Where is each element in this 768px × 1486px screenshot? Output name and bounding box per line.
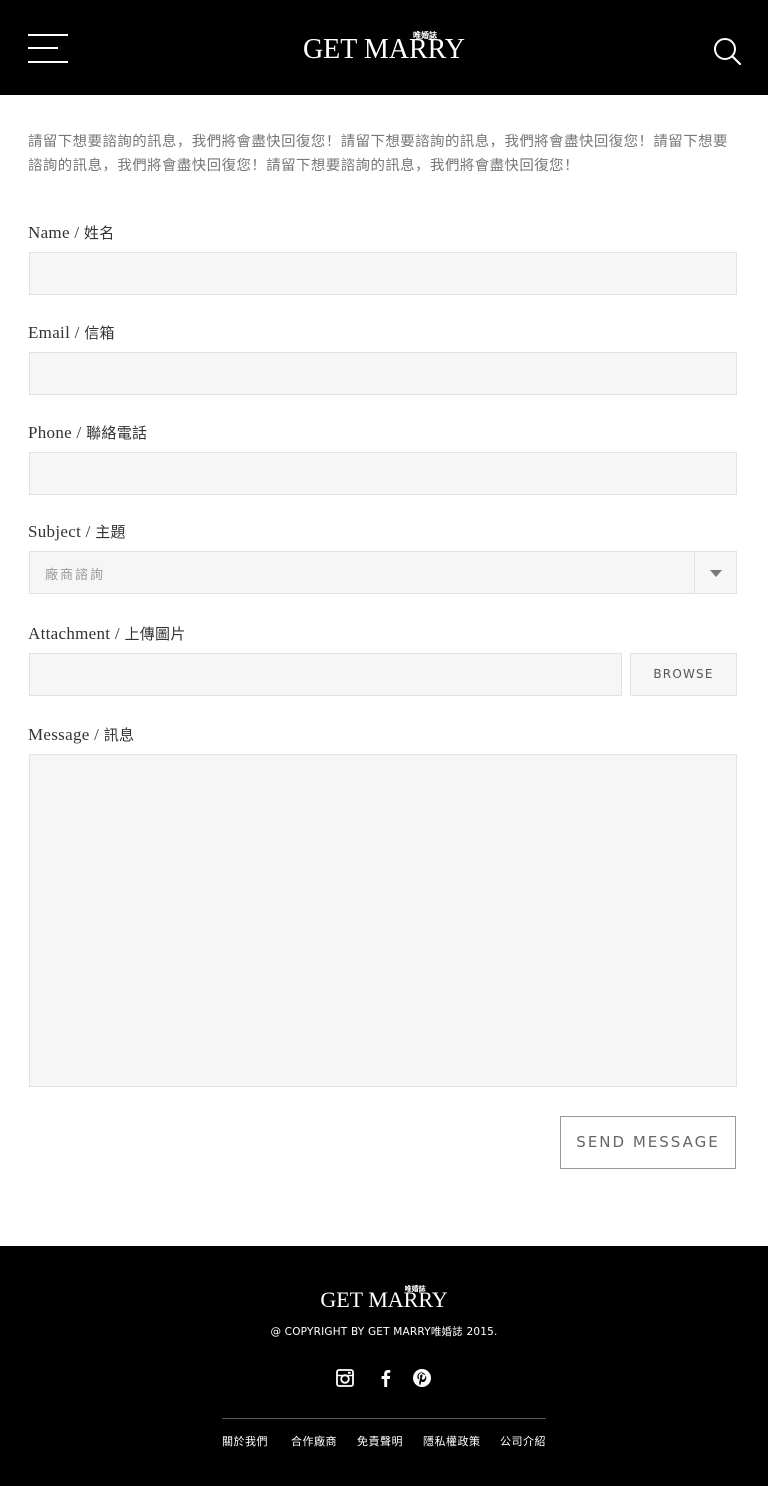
footer-logo-subtitle: 唯婚誌	[404, 1285, 426, 1293]
name-label: Name / 姓名	[28, 223, 115, 242]
site-header: GET MARRY 唯婚誌	[0, 0, 768, 95]
footer-link-disclaimer[interactable]: 免責聲明	[357, 1433, 403, 1449]
message-textarea[interactable]	[29, 754, 737, 1087]
footer-link-about[interactable]: 關於我們	[222, 1433, 268, 1449]
chevron-down-icon	[710, 570, 722, 577]
browse-button[interactable]: BROWSE	[630, 653, 737, 696]
logo-wordmark: GET MARRY	[302, 34, 466, 65]
site-logo[interactable]: GET MARRY 唯婚誌	[0, 31, 768, 68]
footer-link-privacy[interactable]: 隱私權政策	[423, 1433, 481, 1449]
phone-input[interactable]	[29, 452, 737, 495]
footer-logo[interactable]: GET MARRY 唯婚誌	[0, 1285, 768, 1314]
footer-link-partners[interactable]: 合作廠商	[291, 1433, 337, 1449]
subject-label: Subject / 主題	[28, 522, 126, 541]
search-icon[interactable]	[712, 36, 742, 66]
footer-link-company[interactable]: 公司介紹	[500, 1433, 546, 1449]
phone-label: Phone / 聯絡電話	[28, 423, 148, 442]
site-footer: GET MARRY 唯婚誌 @ COPYRIGHT BY GET MARRY唯婚…	[0, 1246, 768, 1486]
email-label: Email / 信箱	[28, 323, 115, 342]
facebook-icon[interactable]	[376, 1368, 396, 1388]
logo-subtitle: 唯婚誌	[413, 31, 438, 40]
send-message-button[interactable]: SEND MESSAGE	[560, 1116, 736, 1169]
copyright-text: @ COPYRIGHT BY GET MARRY唯婚誌 2015.	[270, 1326, 498, 1338]
intro-text: 請留下想要諮詢的訊息，我們將會盡快回復您！請留下想要諮詢的訊息，我們將會盡快回復…	[28, 134, 728, 174]
subject-select[interactable]: 廠商諮詢	[29, 551, 737, 594]
name-input[interactable]	[29, 252, 737, 295]
footer-logo-wordmark: GET MARRY	[320, 1287, 448, 1312]
attachment-input[interactable]	[29, 653, 622, 696]
subject-selected-value: 廠商諮詢	[45, 568, 106, 583]
attachment-label: Attachment / 上傳圖片	[28, 624, 186, 643]
message-label: Message / 訊息	[28, 725, 135, 744]
instagram-icon[interactable]	[335, 1368, 355, 1388]
pinterest-icon[interactable]	[412, 1368, 432, 1388]
footer-divider	[222, 1418, 546, 1419]
select-toggle[interactable]	[694, 552, 736, 593]
email-input[interactable]	[29, 352, 737, 395]
